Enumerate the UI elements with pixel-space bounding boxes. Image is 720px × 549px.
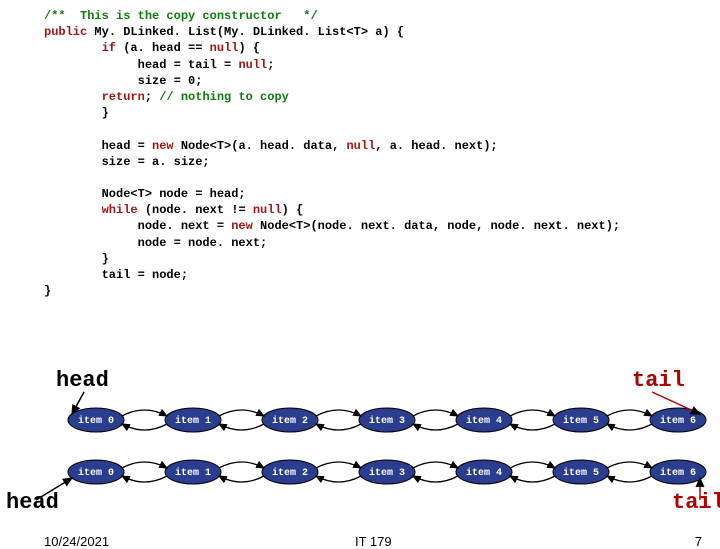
svg-text:item 2: item 2 xyxy=(272,415,308,427)
linked-list-diagram: item 0 item 1 item 2 item 3 item 4 item 5 item… xyxy=(0,0,720,540)
svg-text:item 0: item 0 xyxy=(78,415,114,427)
svg-text:item 4: item 4 xyxy=(466,467,502,479)
footer-page-number: 7 xyxy=(695,534,702,549)
svg-text:item 1: item 1 xyxy=(175,467,211,479)
footer-course: IT 179 xyxy=(355,534,392,549)
svg-text:item 5: item 5 xyxy=(563,467,599,479)
svg-text:item 0: item 0 xyxy=(78,467,114,479)
svg-text:item 2: item 2 xyxy=(272,467,308,479)
svg-text:item 6: item 6 xyxy=(660,467,696,479)
svg-text:item 3: item 3 xyxy=(369,415,405,427)
svg-text:item 1: item 1 xyxy=(175,415,211,427)
svg-text:item 4: item 4 xyxy=(466,415,502,427)
svg-text:item 3: item 3 xyxy=(369,467,405,479)
svg-text:item 6: item 6 xyxy=(660,415,696,427)
svg-text:item 5: item 5 xyxy=(563,415,599,427)
footer-date: 10/24/2021 xyxy=(44,534,109,549)
